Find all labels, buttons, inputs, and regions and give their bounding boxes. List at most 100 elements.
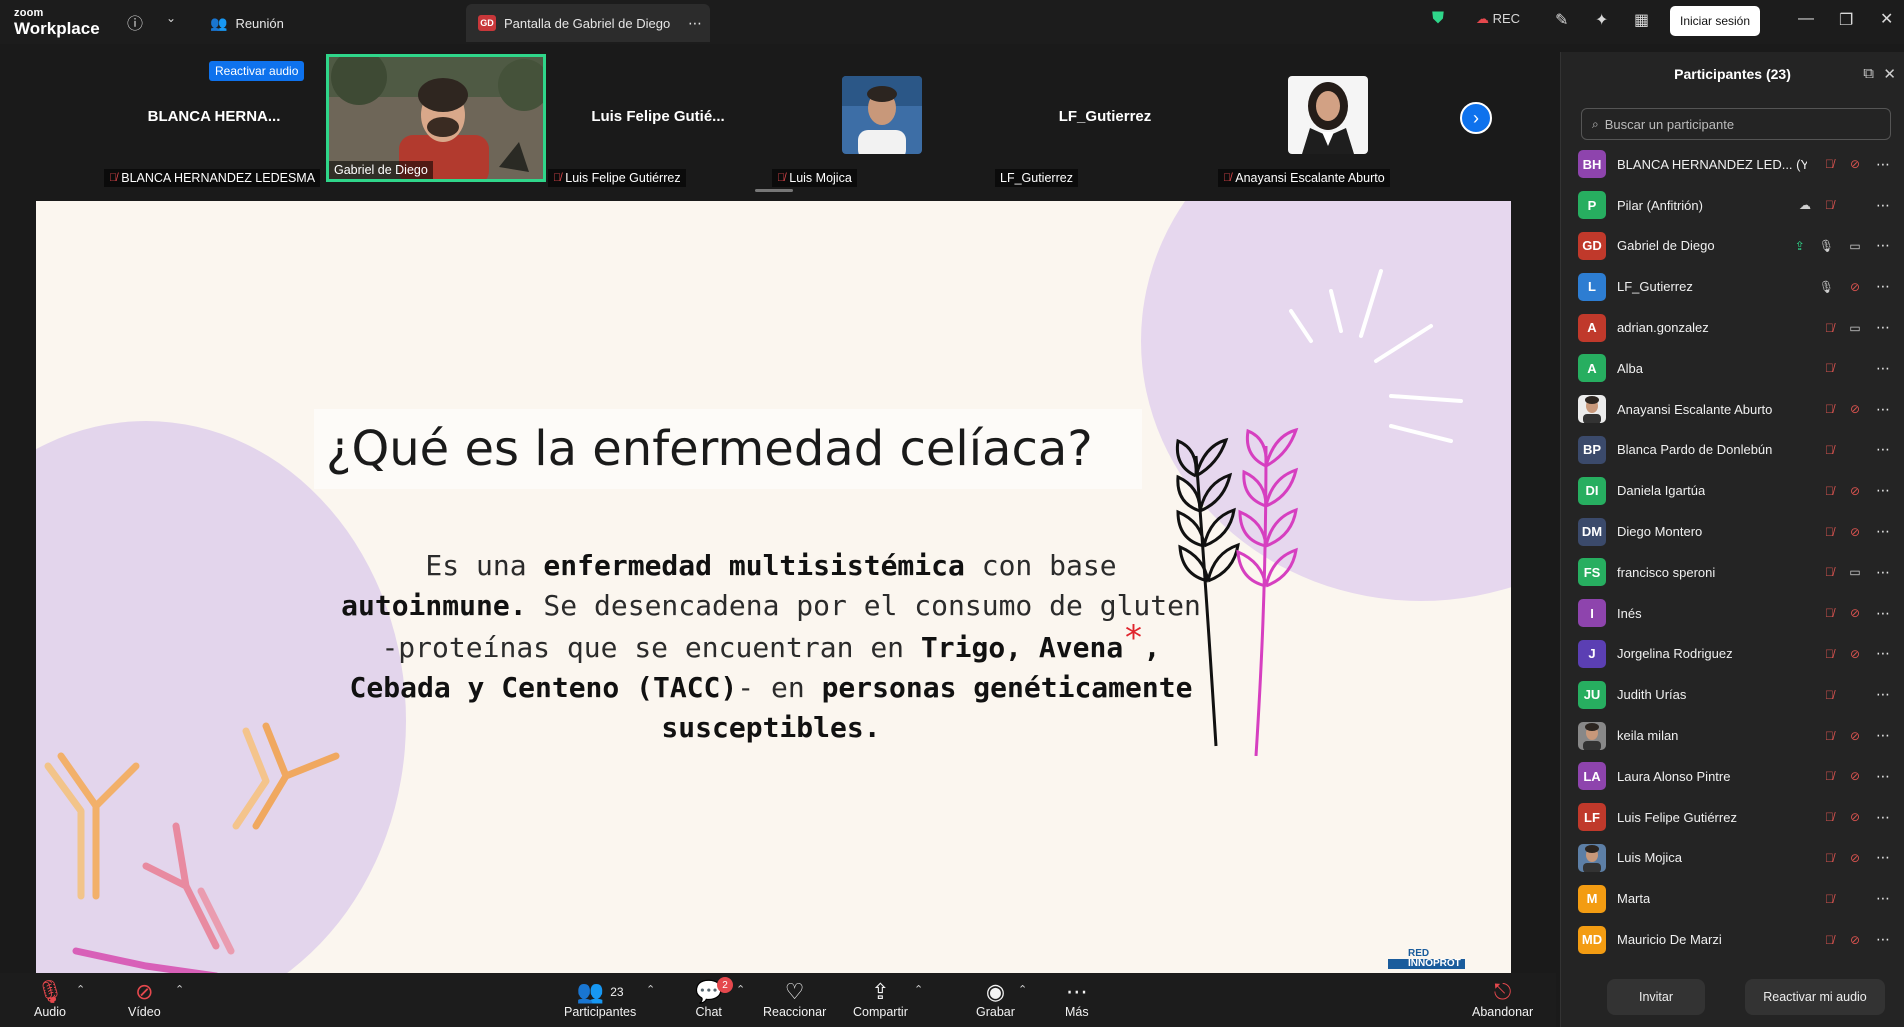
slide-title: ¿Qué es la enfermedad celíaca? xyxy=(326,421,1093,477)
participant-tile-active-speaker[interactable]: Gabriel de Diego xyxy=(326,54,546,182)
participant-row[interactable]: M Marta 🎙̸ ⋯ xyxy=(1561,878,1904,919)
participant-row[interactable]: A Alba 🎙̸ ⋯ xyxy=(1561,348,1904,389)
participant-more-icon[interactable]: ⋯ xyxy=(1876,686,1891,703)
participant-more-icon[interactable]: ⋯ xyxy=(1876,197,1891,214)
video-options-caret[interactable]: ⌃ xyxy=(175,983,184,996)
participant-more-icon[interactable]: ⋯ xyxy=(1876,156,1891,173)
react-button[interactable]: ♡ Reaccionar xyxy=(763,979,826,1019)
participants-options-caret[interactable]: ⌃ xyxy=(646,983,655,996)
participant-avatar: MD xyxy=(1578,925,1606,954)
close-icon[interactable]: ✕ xyxy=(1880,9,1893,29)
participant-row[interactable]: JU Judith Urías 🎙̸ ⋯ xyxy=(1561,674,1904,715)
participant-row[interactable]: GD Gabriel de Diego ⇪ 🎙 ▭ ⋯ xyxy=(1561,226,1904,267)
shield-icon[interactable]: ⛊ xyxy=(1432,10,1444,28)
tile-label-text: Luis Mojica xyxy=(789,171,852,185)
tile-name-label: 🎙̸ Anayansi Escalante Aburto xyxy=(1218,169,1390,187)
tile-big-name: BLANCA HERNA... xyxy=(147,108,281,125)
pop-out-icon[interactable]: ⧉ xyxy=(1863,65,1874,82)
unmute-me-button[interactable]: Reactivar mi audio xyxy=(1745,979,1885,1015)
participant-row[interactable]: P Pilar (Anfitrión) ☁ 🎙̸ ⋯ xyxy=(1561,185,1904,226)
chat-button[interactable]: 💬 2 Chat xyxy=(695,977,733,1019)
share-options-caret[interactable]: ⌃ xyxy=(914,983,923,996)
participant-row[interactable]: BH BLANCA HERNANDEZ LED... (Yo) 🎙̸ ⊘ ⋯ xyxy=(1561,144,1904,185)
share-screen-button[interactable]: ⇪ Compartir xyxy=(853,979,908,1019)
participant-search-input[interactable]: ⌕ Buscar un participante xyxy=(1581,108,1891,140)
restore-icon[interactable]: ❐ xyxy=(1839,10,1853,30)
participant-row[interactable]: LA Laura Alonso Pintre 🎙̸ ⊘ ⋯ xyxy=(1561,756,1904,797)
participants-button[interactable]: 👥 23 Participantes xyxy=(564,979,636,1019)
participant-row[interactable]: FS francisco speroni 🎙̸ ▭ ⋯ xyxy=(1561,552,1904,593)
participant-row[interactable]: LF Luis Felipe Gutiérrez 🎙̸ ⊘ ⋯ xyxy=(1561,797,1904,838)
mic-muted-icon: 🎙̸ xyxy=(1825,646,1834,661)
participant-more-icon[interactable]: ⋯ xyxy=(1876,360,1891,377)
sign-in-button[interactable]: Iniciar sesión xyxy=(1670,6,1760,36)
participant-tile[interactable]: 🎙̸ Anayansi Escalante Aburto xyxy=(1218,54,1438,187)
participant-more-icon[interactable]: ⋯ xyxy=(1876,727,1891,744)
video-button[interactable]: ⊘ Vídeo xyxy=(128,979,161,1019)
audio-options-caret[interactable]: ⌃ xyxy=(76,983,85,996)
participant-row[interactable]: Aadrian.gonzalez 🎙̸ ▭ ⋯ xyxy=(1561,307,1904,348)
audio-button[interactable]: 🎙 Audio xyxy=(34,979,66,1019)
participant-more-icon[interactable]: ⋯ xyxy=(1876,809,1891,826)
participant-row[interactable]: MD Mauricio De Marzi 🎙̸ ⊘ ⋯ xyxy=(1561,919,1904,960)
participant-row[interactable]: DM Diego Montero 🎙̸ ⊘ ⋯ xyxy=(1561,511,1904,552)
participant-more-icon[interactable]: ⋯ xyxy=(1876,849,1891,866)
participant-more-icon[interactable]: ⋯ xyxy=(1876,441,1891,458)
participant-avatar: J xyxy=(1578,639,1606,668)
annotate-icon[interactable]: ✎ xyxy=(1555,10,1568,30)
info-icon[interactable]: ⓘ xyxy=(127,10,143,34)
leave-button[interactable]: ⎋ Abandonar xyxy=(1472,979,1533,1019)
record-options-caret[interactable]: ⌃ xyxy=(1018,983,1027,996)
gallery-scroll-indicator[interactable] xyxy=(755,189,793,192)
tile-label-text: Gabriel de Diego xyxy=(334,163,428,177)
participant-more-icon[interactable]: ⋯ xyxy=(1876,931,1891,948)
camera-off-icon: ⊘ xyxy=(1849,279,1861,294)
minimize-icon[interactable]: — xyxy=(1798,10,1814,28)
participant-row[interactable]: Luis Mojica 🎙̸ ⊘ ⋯ xyxy=(1561,838,1904,879)
next-page-arrow[interactable]: › xyxy=(1460,102,1492,134)
participant-row[interactable]: BP Blanca Pardo de Donlebún 🎙̸ ⋯ xyxy=(1561,430,1904,471)
participant-avatar: A xyxy=(1578,354,1606,383)
participant-row[interactable]: DI Daniela Igartúa 🎙̸ ⊘ ⋯ xyxy=(1561,470,1904,511)
participant-tile[interactable]: 🎙̸ Luis Mojica xyxy=(772,54,992,187)
participant-more-icon[interactable]: ⋯ xyxy=(1876,564,1891,581)
participant-more-icon[interactable]: ⋯ xyxy=(1876,319,1891,336)
participant-more-icon[interactable]: ⋯ xyxy=(1876,605,1891,622)
close-panel-icon[interactable]: ✕ xyxy=(1883,65,1896,83)
participant-photo xyxy=(842,76,922,154)
participant-more-icon[interactable]: ⋯ xyxy=(1876,768,1891,785)
sparkle-icon[interactable]: ✦ xyxy=(1595,10,1608,30)
participant-name: BLANCA HERNANDEZ LED... (Yo) xyxy=(1617,156,1807,172)
cloud-record-indicator[interactable]: ☁ REC xyxy=(1476,11,1520,27)
participant-name: Anayansi Escalante Aburto xyxy=(1617,401,1773,417)
participant-more-icon[interactable]: ⋯ xyxy=(1876,645,1891,662)
participant-row[interactable]: J Jorgelina Rodriguez 🎙̸ ⊘ ⋯ xyxy=(1561,634,1904,675)
invite-button[interactable]: Invitar xyxy=(1607,979,1705,1015)
participant-more-icon[interactable]: ⋯ xyxy=(1876,523,1891,540)
participant-more-icon[interactable]: ⋯ xyxy=(1876,237,1891,254)
participant-tile[interactable]: BLANCA HERNA... 🎙̸ BLANCA HERNANDEZ LEDE… xyxy=(104,54,324,187)
slide-body-text: Es una enfermedad multisistémica con bas… xyxy=(336,546,1206,748)
mic-icon: 🎙 xyxy=(1818,279,1834,294)
participant-row[interactable]: L LF_Gutierrez 🎙 ⊘ ⋯ xyxy=(1561,266,1904,307)
participant-more-icon[interactable]: ⋯ xyxy=(1876,278,1891,295)
participant-status-icons: 🎙̸ ▭ ⋯ xyxy=(1825,319,1891,336)
more-button[interactable]: ⋯ Más xyxy=(1065,979,1089,1019)
participant-avatar: I xyxy=(1578,599,1606,628)
record-button[interactable]: ◉ Grabar xyxy=(976,979,1015,1019)
more-options-icon[interactable]: ⋯ xyxy=(688,15,702,32)
apps-grid-icon[interactable]: ▦ xyxy=(1634,10,1649,30)
chat-options-caret[interactable]: ⌃ xyxy=(736,983,745,996)
participant-tile[interactable]: LF_Gutierrez LF_Gutierrez xyxy=(995,54,1215,187)
participant-more-icon[interactable]: ⋯ xyxy=(1876,401,1891,418)
tab-screen-share[interactable]: GD Pantalla de Gabriel de Diego ⋯ xyxy=(466,4,710,42)
tab-meeting[interactable]: 👥 Reunión xyxy=(210,4,284,42)
participant-row[interactable]: I Inés 🎙̸ ⊘ ⋯ xyxy=(1561,593,1904,634)
participant-tile[interactable]: Luis Felipe Gutié... 🎙̸ Luis Felipe Guti… xyxy=(548,54,768,187)
participant-more-icon[interactable]: ⋯ xyxy=(1876,482,1891,499)
participant-row[interactable]: keila milan 🎙̸ ⊘ ⋯ xyxy=(1561,715,1904,756)
share-label: Compartir xyxy=(853,1005,908,1019)
chevron-down-icon[interactable]: ⌄ xyxy=(166,11,176,25)
participant-more-icon[interactable]: ⋯ xyxy=(1876,890,1891,907)
participant-row[interactable]: Anayansi Escalante Aburto 🎙̸ ⊘ ⋯ xyxy=(1561,389,1904,430)
